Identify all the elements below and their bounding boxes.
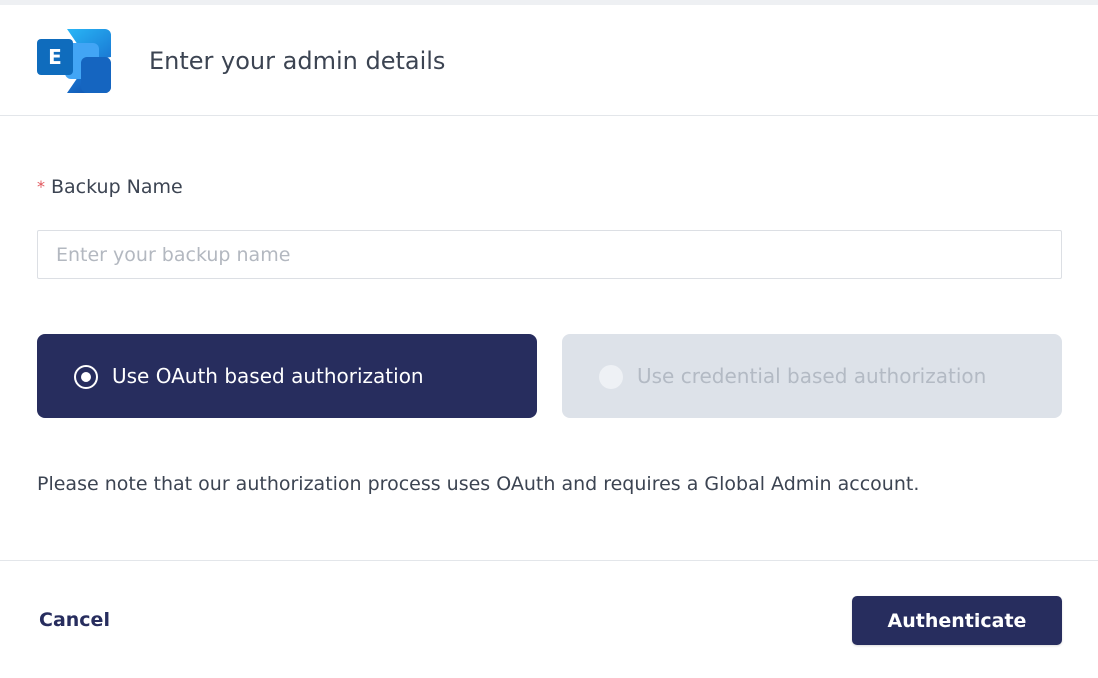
cancel-button[interactable]: Cancel	[39, 606, 110, 634]
oauth-radio[interactable]	[74, 365, 98, 389]
backup-name-label: * Backup Name	[37, 173, 183, 202]
credential-option-label: Use credential based authorization	[637, 364, 987, 388]
credential-radio[interactable]	[599, 365, 623, 389]
page-title: Enter your admin details	[149, 47, 446, 75]
backup-name-label-text: Backup Name	[51, 176, 183, 198]
required-mark: *	[37, 177, 45, 196]
logo-letter: E	[48, 45, 62, 69]
authorization-note: Please note that our authorization proce…	[37, 473, 920, 495]
authenticate-button[interactable]: Authenticate	[852, 596, 1062, 645]
credential-option[interactable]: Use credential based authorization	[562, 334, 1062, 418]
oauth-option[interactable]: Use OAuth based authorization	[37, 334, 537, 418]
oauth-option-label: Use OAuth based authorization	[112, 364, 424, 388]
dialog-header: E Enter your admin details	[0, 5, 1098, 116]
exchange-logo-icon: E	[37, 27, 113, 95]
footer-divider	[0, 560, 1098, 561]
backup-name-input[interactable]	[37, 230, 1062, 279]
